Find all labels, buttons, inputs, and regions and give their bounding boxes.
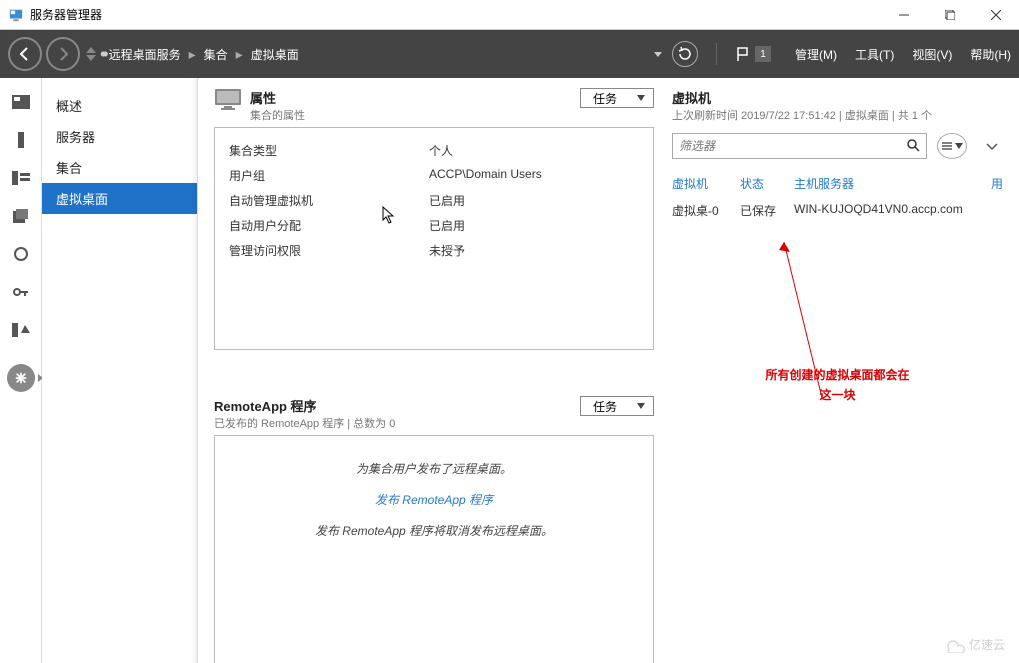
- app-icon: [8, 7, 24, 23]
- cell-state: 已保存: [740, 202, 776, 219]
- prop-row: 自动用户分配已启用: [229, 213, 639, 238]
- chevron-right-icon: ▸: [189, 46, 196, 63]
- nav-updown-icon[interactable]: [86, 47, 96, 61]
- leftnav-item-overview[interactable]: 概述: [42, 90, 197, 121]
- properties-tasks-button[interactable]: 任务: [580, 88, 654, 108]
- prop-row: 管理访问权限未授予: [229, 238, 639, 263]
- remoteapp-panel: 为集合用户发布了远程桌面。 发布 RemoteApp 程序 发布 RemoteA…: [214, 435, 654, 663]
- tasks-label: 任务: [593, 398, 617, 415]
- vm-table-header: 虚拟机 状态 主机服务器 用: [672, 171, 1003, 196]
- remoteapp-tasks-button[interactable]: 任务: [580, 396, 654, 416]
- menu-view[interactable]: 视图(V): [912, 46, 952, 63]
- expand-button[interactable]: [981, 135, 1003, 157]
- search-icon[interactable]: [906, 138, 920, 155]
- remoteapp-subtitle: 已发布的 RemoteApp 程序 | 总数为 0: [214, 415, 395, 431]
- chevron-right-icon: ▸: [236, 46, 243, 63]
- rail-settings-button[interactable]: [7, 364, 35, 392]
- rail-files-icon[interactable]: [11, 208, 31, 224]
- notifications-button[interactable]: 1: [735, 46, 771, 62]
- left-nav: 概述 服务器 集合 虚拟桌面: [42, 78, 198, 663]
- minimize-button[interactable]: [881, 0, 927, 30]
- leftnav-item-collections[interactable]: 集合: [42, 152, 197, 183]
- properties-subtitle: 集合的属性: [250, 107, 305, 123]
- breadcrumb: 远程桌面服务 ▸ 集合 ▸ 虚拟桌面: [109, 46, 299, 63]
- rail-key-icon[interactable]: [11, 284, 31, 300]
- col-state[interactable]: 状态: [740, 175, 776, 192]
- app-title: 服务器管理器: [30, 6, 102, 23]
- menu-tools[interactable]: 工具(T): [855, 46, 894, 63]
- remoteapp-header: RemoteApp 程序 已发布的 RemoteApp 程序 | 总数为 0 任…: [214, 396, 654, 431]
- properties-panel: 集合类型个人 用户组ACCP\Domain Users 自动管理虚拟机已启用 自…: [214, 127, 654, 350]
- breadcrumb-pre-icon: ••: [100, 44, 105, 65]
- prop-row: 用户组ACCP\Domain Users: [229, 163, 639, 188]
- maximize-button[interactable]: [927, 0, 973, 30]
- window-controls: [881, 0, 1019, 30]
- col-host[interactable]: 主机服务器: [794, 175, 973, 192]
- chevron-down-icon: [637, 95, 645, 101]
- vm-title: 虚拟机: [672, 88, 932, 107]
- remoteapp-info-2: 发布 RemoteApp 程序将取消发布远程桌面。: [229, 522, 639, 539]
- annotation-text: 所有创建的虚拟桌面都会在 这一块: [672, 365, 1003, 404]
- nav-forward-button[interactable]: [46, 37, 80, 71]
- rail-server-icon[interactable]: [11, 132, 31, 148]
- leftnav-item-virtual-desktop[interactable]: 虚拟桌面: [42, 183, 197, 214]
- remoteapp-info-1: 为集合用户发布了远程桌面。: [229, 460, 639, 477]
- rail-dashboard-icon[interactable]: [11, 94, 31, 110]
- table-row[interactable]: 虚拟桌-0 已保存 WIN-KUJOQD41VN0.accp.com: [672, 202, 1003, 219]
- refresh-icon[interactable]: [672, 41, 698, 67]
- filter-box[interactable]: [672, 133, 927, 159]
- chevron-down-icon: [955, 143, 963, 149]
- rail-remote-icon[interactable]: [11, 322, 31, 338]
- remoteapp-publish-link[interactable]: 发布 RemoteApp 程序: [375, 493, 493, 507]
- watermark: 亿速云: [943, 636, 1005, 653]
- dropdown-icon[interactable]: [654, 52, 662, 57]
- breadcrumb-part[interactable]: 远程桌面服务: [109, 46, 181, 63]
- breadcrumb-part[interactable]: 虚拟桌面: [251, 46, 299, 63]
- header-bar: •• 远程桌面服务 ▸ 集合 ▸ 虚拟桌面 1 管理(M) 工具(T) 视图(V…: [0, 30, 1019, 78]
- properties-title: 属性: [250, 88, 305, 107]
- filter-input[interactable]: [679, 139, 872, 153]
- icon-rail: [0, 78, 42, 663]
- columns-button[interactable]: [937, 133, 967, 159]
- vm-header: 虚拟机 上次刷新时间 2019/7/22 17:51:42 | 虚拟桌面 | 共…: [672, 88, 1003, 123]
- separator: [716, 43, 717, 65]
- menu-manage[interactable]: 管理(M): [795, 46, 837, 63]
- prop-row: 集合类型个人: [229, 138, 639, 163]
- notification-count: 1: [755, 46, 771, 62]
- rail-circle-icon[interactable]: [11, 246, 31, 262]
- nav-back-button[interactable]: [8, 37, 42, 71]
- vm-subtitle: 上次刷新时间 2019/7/22 17:51:42 | 虚拟桌面 | 共 1 个: [672, 107, 932, 123]
- prop-row: 自动管理虚拟机已启用: [229, 188, 639, 213]
- titlebar: 服务器管理器: [0, 0, 1019, 30]
- tasks-label: 任务: [593, 90, 617, 107]
- cell-vm: 虚拟桌-0: [672, 202, 722, 219]
- chevron-down-icon: [637, 403, 645, 409]
- close-button[interactable]: [973, 0, 1019, 30]
- cell-host: WIN-KUJOQD41VN0.accp.com: [794, 202, 1003, 219]
- properties-header: 属性 集合的属性 任务: [214, 88, 654, 123]
- col-vm[interactable]: 虚拟机: [672, 175, 722, 192]
- menu-help[interactable]: 帮助(H): [970, 46, 1011, 63]
- monitor-icon: [214, 88, 242, 115]
- leftnav-item-servers[interactable]: 服务器: [42, 121, 197, 152]
- breadcrumb-part[interactable]: 集合: [204, 46, 228, 63]
- col-user[interactable]: 用: [991, 175, 1003, 192]
- remoteapp-title: RemoteApp 程序: [214, 396, 395, 415]
- rail-all-servers-icon[interactable]: [11, 170, 31, 186]
